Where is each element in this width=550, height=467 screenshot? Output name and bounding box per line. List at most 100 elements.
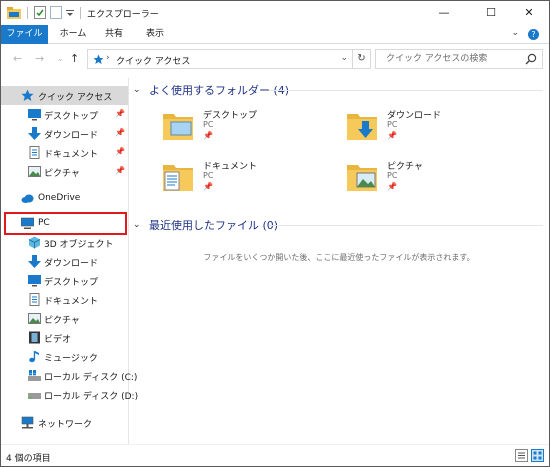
tab-home[interactable]: ホーム [53,25,93,44]
ribbon-tabs: ファイル ホーム 共有 表示 ⌄ ? [1,25,549,44]
nav-item-downloads[interactable]: ダウンロード [1,252,128,271]
address-bar[interactable]: › クイック アクセス ⌄ ↻ [87,49,371,69]
nav-item-pinned-pictures[interactable]: ピクチャ 📌 [1,162,128,181]
navigation-bar: ← → ⌄ ↑ › クイック アクセス ⌄ ↻ [1,44,549,76]
folder-location: PC [387,171,398,180]
nav-item-network[interactable]: ネットワーク [1,413,128,432]
nav-item-3d-objects[interactable]: 3D オブジェクト [1,233,128,252]
properties-icon[interactable] [34,6,46,19]
details-view-icon[interactable] [515,449,528,462]
star-icon [21,89,34,101]
frequent-folders-header[interactable]: ⌄ よく使用するフォルダー (4) [133,82,289,98]
nav-label: 3D オブジェクト [44,240,114,250]
nav-item-onedrive[interactable]: OneDrive [1,189,128,208]
nav-label: ピクチャ [44,169,80,179]
pin-icon: 📌 [115,147,125,156]
desktop-icon [28,109,41,121]
network-icon [21,416,34,429]
forward-arrow-icon[interactable]: → [35,52,44,65]
maximize-button[interactable]: ☐ [472,1,510,23]
nav-label: ダウンロード [44,131,99,141]
cloud-icon [21,194,34,203]
nav-item-music[interactable]: ミュージック [1,347,128,366]
chevron-down-icon[interactable]: ⌄ [511,28,519,38]
folder-tile-desktop[interactable]: デスクトップ PC 📌 [161,108,331,156]
tab-view[interactable]: 表示 [137,25,173,44]
nav-item-desktop[interactable]: デスクトップ [1,271,128,290]
folder-documents-icon [163,165,193,191]
pin-icon: 📌 [203,182,213,191]
tab-file[interactable]: ファイル [1,25,48,44]
pin-icon: 📌 [115,109,125,118]
refresh-icon[interactable]: ↻ [352,50,370,68]
nav-item-quick-access[interactable]: クイック アクセス [1,86,128,105]
star-icon [93,54,104,64]
cube-icon [28,236,41,249]
nav-label-quick-access: クイック アクセス [38,93,113,103]
nav-item-local-disk-d[interactable]: ローカル ディスク (D:) [1,385,138,404]
window-title: エクスプローラー [87,10,159,20]
back-arrow-icon[interactable]: ← [13,52,22,65]
recent-locations-chevron-icon[interactable]: ⌄ [57,54,64,63]
explorer-window: エクスプローラー — ☐ ✕ ファイル ホーム 共有 表示 ⌄ ? ← → ⌄ … [0,0,550,467]
nav-item-pinned-downloads[interactable]: ダウンロード 📌 [1,124,128,143]
nav-label: ビデオ [44,335,72,345]
nav-item-pinned-desktop[interactable]: デスクトップ 📌 [1,105,128,124]
nav-label-network: ネットワーク [38,420,93,430]
nav-item-local-disk-c[interactable]: ローカル ディスク (C:) [1,366,137,385]
item-count: 4 個の項目 [6,454,51,464]
nav-label: ピクチャ [44,316,80,326]
address-path: クイック アクセス [116,57,191,67]
drive-icon [28,393,41,399]
pin-icon: 📌 [387,182,397,191]
document-icon [29,293,40,306]
nav-label: ローカル ディスク (C:) [44,373,138,383]
nav-label: デスクトップ [44,112,99,122]
group-divider [269,225,543,226]
tab-share[interactable]: 共有 [99,25,129,44]
customize-toolbar-icon[interactable] [66,8,74,18]
folder-location: PC [387,120,398,129]
minimize-button[interactable]: — [425,1,463,23]
folder-app-icon [7,6,21,19]
search-box[interactable] [375,49,543,69]
pin-icon: 📌 [387,131,397,140]
drive-windows-icon [28,370,41,381]
group-divider [269,90,543,91]
folder-tile-pictures[interactable]: ピクチャ PC 📌 [345,159,515,207]
navigation-pane: クイック アクセス デスクトップ 📌 ダウンロード 📌 ドキュメント 📌 ピクチ… [1,78,138,444]
recent-files-header[interactable]: ⌄ 最近使用したファイル (0) [133,217,278,233]
up-arrow-icon[interactable]: ↑ [70,52,79,65]
recent-files-empty-message: ファイルをいくつか開いた後、ここに最近使ったファイルが表示されます。 [203,253,475,262]
chevron-down-icon[interactable]: ⌄ [133,220,145,230]
search-input[interactable] [386,52,521,66]
pin-icon: 📌 [115,128,125,137]
nav-label: ローカル ディスク (D:) [44,392,139,402]
nav-item-documents[interactable]: ドキュメント [1,290,128,309]
new-folder-icon[interactable] [50,6,62,19]
search-icon[interactable] [525,53,537,65]
folder-location: PC [203,171,214,180]
address-dropdown-icon[interactable]: ⌄ [340,53,348,63]
chevron-down-icon[interactable]: ⌄ [133,85,145,95]
nav-item-pinned-documents[interactable]: ドキュメント 📌 [1,143,128,162]
folder-desktop-icon [163,114,193,140]
recent-files-title: 最近使用したファイル (0) [149,219,279,232]
nav-item-videos[interactable]: ビデオ [1,328,128,347]
folder-tile-documents[interactable]: ドキュメント PC 📌 [161,159,331,207]
folder-tile-downloads[interactable]: ダウンロード PC 📌 [345,108,515,156]
path-separator-icon: › [106,53,110,63]
folder-downloads-icon [347,114,377,140]
close-button[interactable]: ✕ [510,1,548,23]
large-icons-view-icon[interactable] [531,449,544,462]
content-area: ⌄ よく使用するフォルダー (4) デスクトップ PC 📌 ダウンロード PC … [129,78,549,444]
nav-label: デスクトップ [44,278,99,288]
nav-item-pictures[interactable]: ピクチャ [1,309,128,328]
film-icon [29,331,40,344]
pc-highlight-box [4,212,127,235]
document-icon [29,146,40,159]
download-arrow-icon [28,127,41,140]
pin-icon: 📌 [115,166,125,175]
help-button[interactable]: ? [528,29,539,40]
folder-location: PC [203,120,214,129]
